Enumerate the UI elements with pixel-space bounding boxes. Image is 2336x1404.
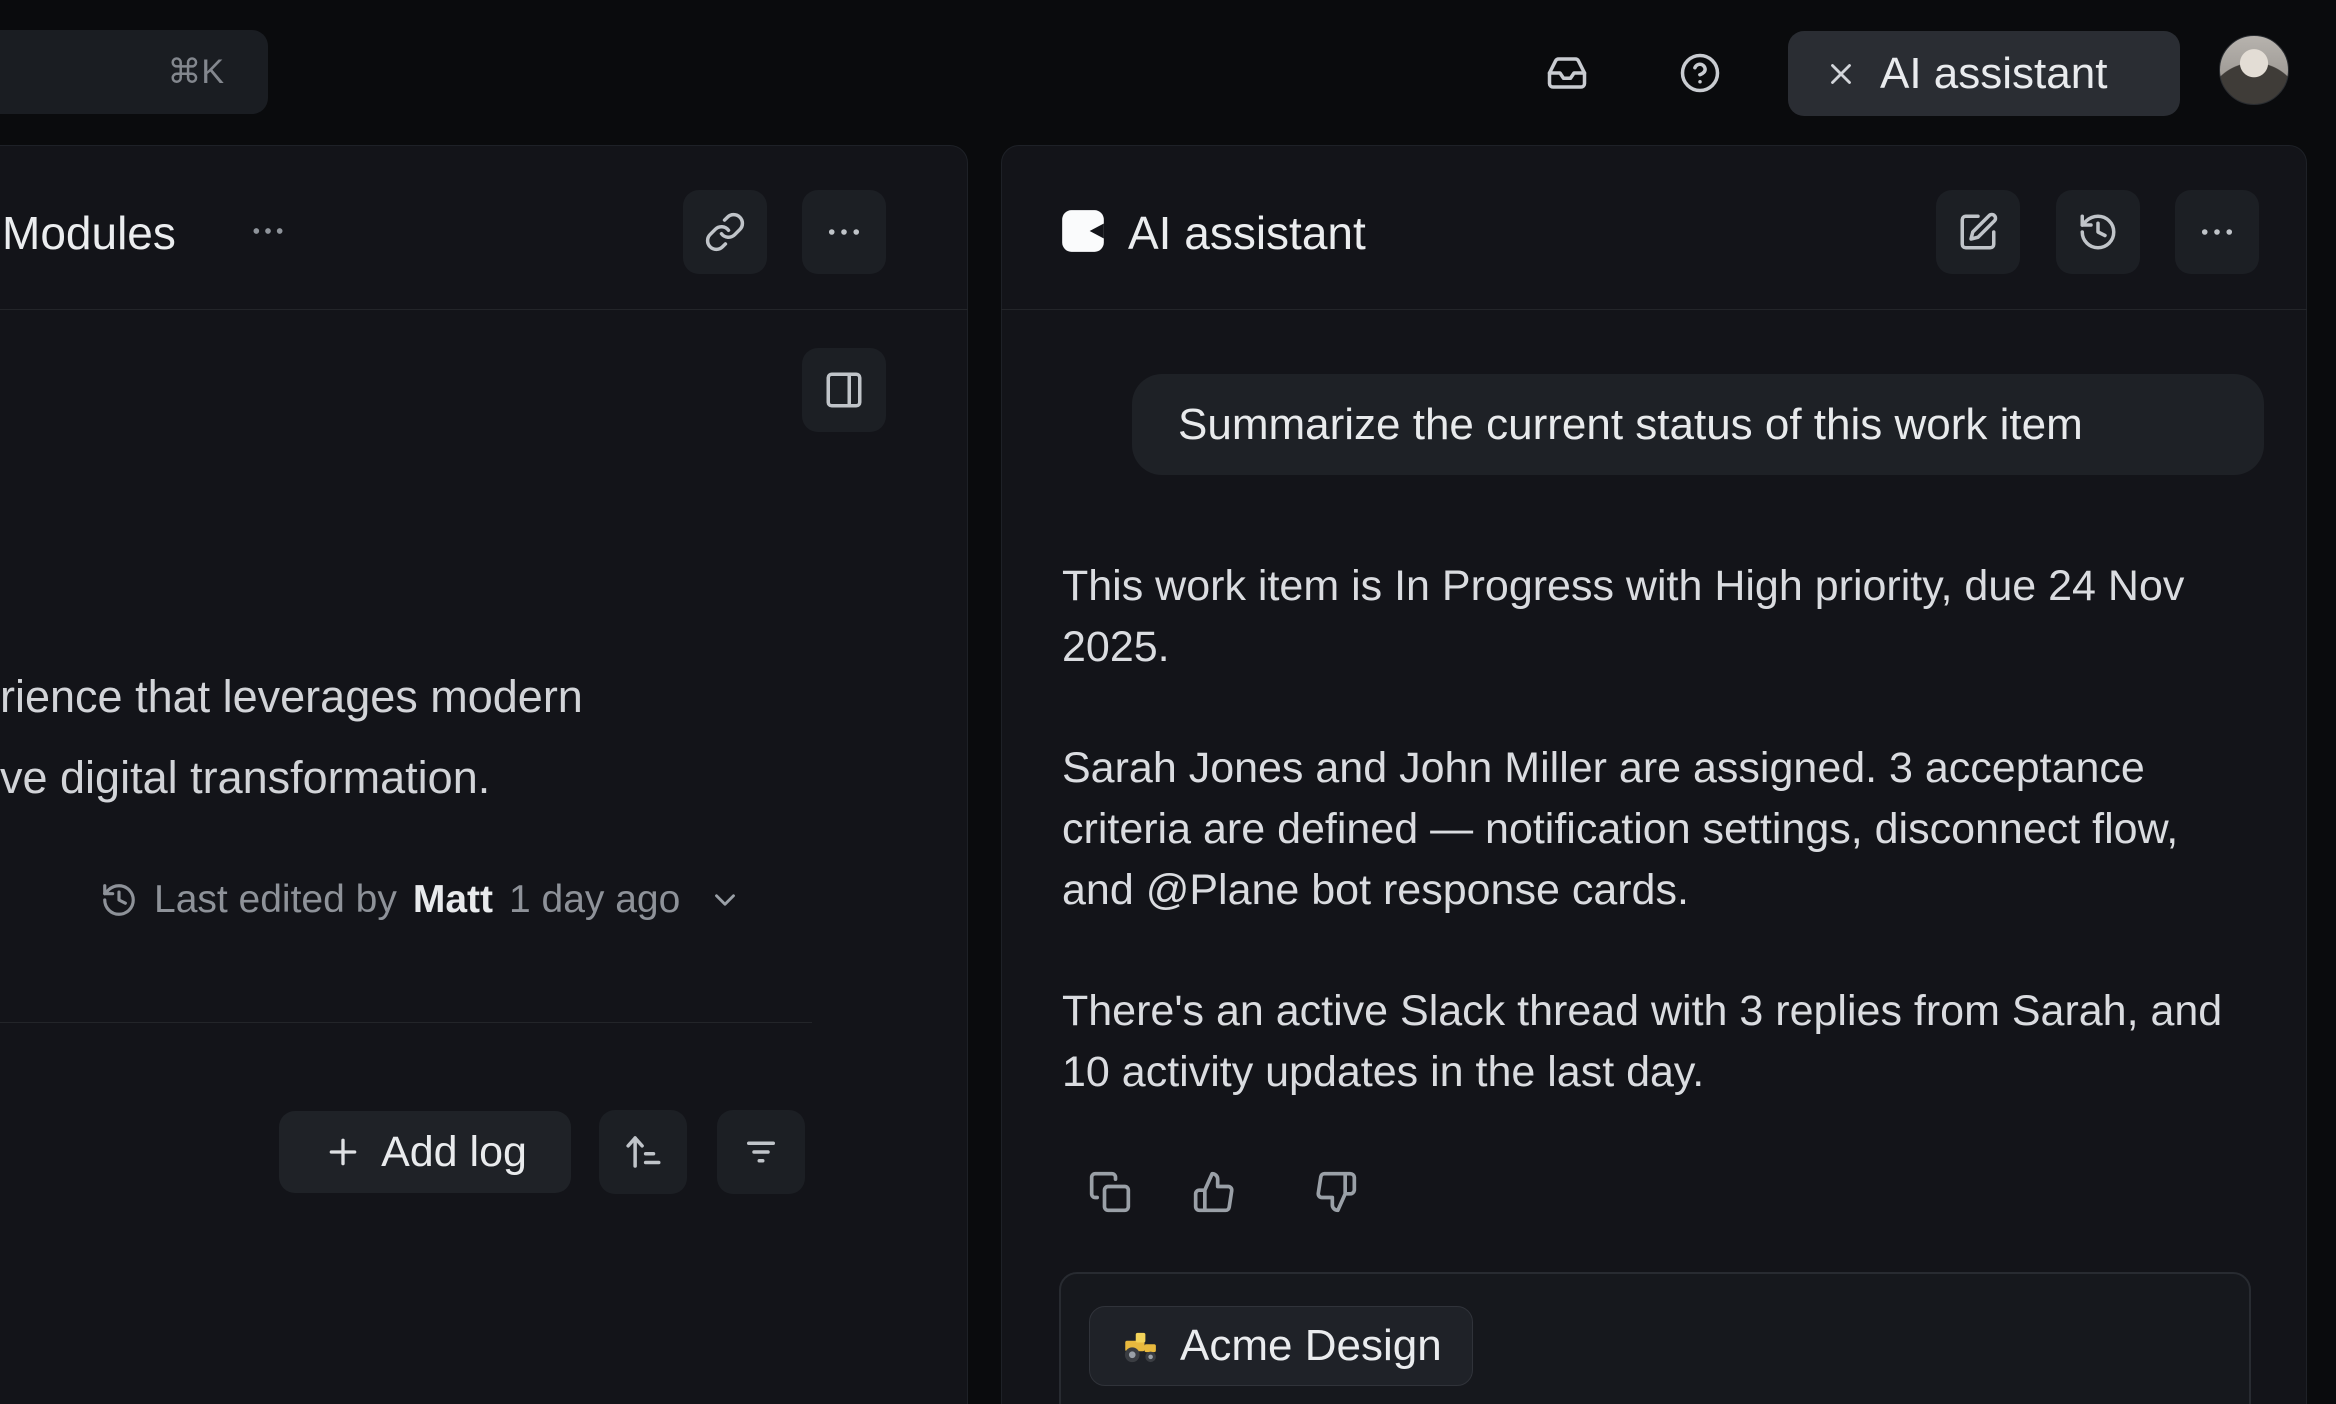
left-panel-title: Modules	[2, 206, 176, 260]
user-avatar[interactable]	[2219, 35, 2289, 105]
user-message-text: Summarize the current status of this wor…	[1178, 400, 2083, 450]
add-log-button[interactable]: Add log	[279, 1111, 571, 1193]
ai-panel-header-divider	[1001, 309, 2307, 310]
chevron-down-icon	[708, 883, 742, 917]
side-panel-toggle-button[interactable]	[802, 348, 886, 432]
copy-icon	[1088, 1170, 1132, 1214]
filter-button[interactable]	[717, 1110, 805, 1194]
help-button[interactable]	[1666, 39, 1734, 107]
thumbs-down-icon	[1314, 1170, 1358, 1214]
user-message-bubble: Summarize the current status of this wor…	[1132, 374, 2264, 475]
copy-response-button[interactable]	[1086, 1168, 1134, 1216]
ai-response: This work item is In Progress with High …	[1062, 556, 2258, 1103]
ellipsis-icon	[248, 211, 288, 251]
copy-link-button[interactable]	[683, 190, 767, 274]
filter-icon	[740, 1131, 782, 1173]
last-edited-dropdown[interactable]: Last edited by Matt 1 day ago	[100, 872, 742, 928]
thumbs-down-button[interactable]	[1312, 1168, 1360, 1216]
sort-button[interactable]	[599, 1110, 687, 1194]
module-description: rience that leverages modern ve digital …	[0, 656, 583, 818]
last-edited-author: Matt	[413, 878, 493, 922]
project-chip-label: Acme Design	[1180, 1321, 1442, 1371]
ai-response-paragraph: There's an active Slack thread with 3 re…	[1062, 981, 2258, 1103]
left-panel-header-divider	[0, 309, 968, 310]
panel-right-icon	[823, 369, 865, 411]
log-section-divider	[0, 1022, 812, 1023]
ai-panel-title: AI assistant	[1128, 206, 1366, 260]
ai-response-paragraph: Sarah Jones and John Miller are assigned…	[1062, 738, 2258, 921]
ai-toggle-label: AI assistant	[1880, 49, 2107, 99]
tractor-emoji-icon	[1120, 1325, 1162, 1367]
ai-assistant-logo-icon	[1058, 206, 1108, 256]
project-chip[interactable]: Acme Design	[1089, 1306, 1473, 1386]
ai-response-paragraph: This work item is In Progress with High …	[1062, 556, 2258, 678]
link-icon	[704, 211, 746, 253]
ai-assistant-toggle-button[interactable]: AI assistant	[1788, 31, 2180, 116]
chat-history-button[interactable]	[2056, 190, 2140, 274]
thumbs-up-button[interactable]	[1190, 1168, 1238, 1216]
last-edited-prefix: Last edited by	[154, 878, 397, 922]
inbox-icon	[1546, 52, 1588, 94]
plus-icon	[323, 1132, 363, 1172]
add-log-label: Add log	[381, 1128, 527, 1177]
ellipsis-icon	[823, 211, 865, 253]
last-edited-timestamp: 1 day ago	[509, 878, 680, 922]
sort-ascending-icon	[622, 1131, 664, 1173]
inbox-button[interactable]	[1533, 39, 1601, 107]
thumbs-up-icon	[1192, 1170, 1236, 1214]
app-screen: ⌘K AI assistant Modules	[0, 0, 2336, 1404]
description-line: ve digital transformation.	[0, 737, 583, 818]
history-icon	[100, 881, 138, 919]
ai-panel-more-button[interactable]	[2175, 190, 2259, 274]
help-icon	[1679, 52, 1721, 94]
new-chat-button[interactable]	[1936, 190, 2020, 274]
left-panel-more-button[interactable]	[802, 190, 886, 274]
left-panel-title-menu-button[interactable]	[240, 203, 296, 259]
command-k-shortcut: ⌘K	[167, 52, 224, 92]
ellipsis-icon	[2196, 211, 2238, 253]
close-icon	[1824, 57, 1858, 91]
compose-icon	[1957, 211, 1999, 253]
search-input[interactable]: ⌘K	[0, 30, 268, 114]
description-line: rience that leverages modern	[0, 656, 583, 737]
history-icon	[2077, 211, 2119, 253]
